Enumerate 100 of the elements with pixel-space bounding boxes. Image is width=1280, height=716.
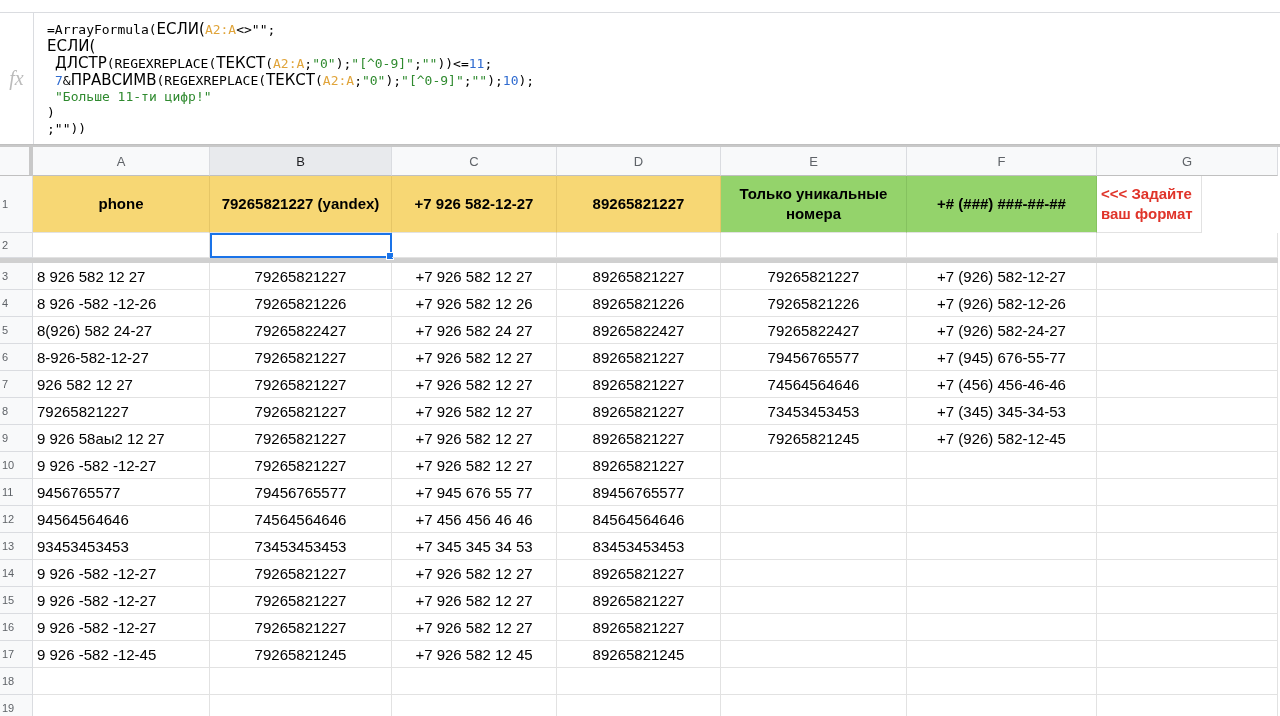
column-header[interactable]: B	[210, 147, 392, 176]
table-cell: +7 345 345 34 53	[392, 533, 557, 560]
header-cell: phone	[33, 176, 210, 233]
header-cell: +7 926 582-12-27	[392, 176, 557, 233]
header-cell: 89265821227	[557, 176, 721, 233]
row-number[interactable]: 13	[0, 533, 33, 560]
column-header[interactable]: G	[1097, 147, 1278, 176]
table-cell: 89265821227	[557, 425, 721, 452]
table-cell[interactable]	[210, 233, 392, 258]
table-cell: 8 926 582 12 27	[33, 263, 210, 290]
table-cell: 79265821245	[721, 425, 907, 452]
formula-line: )	[47, 105, 56, 121]
table-cell: 84564564646	[557, 506, 721, 533]
table-cell: +7 456 456 46 46	[392, 506, 557, 533]
header-cell: <<< Задайте ваш формат	[1097, 176, 1202, 233]
column-header[interactable]: D	[557, 147, 721, 176]
table-cell: 79265821227	[721, 263, 907, 290]
table-cell: +7 926 582 12 27	[392, 425, 557, 452]
table-cell: 83453453453	[557, 533, 721, 560]
table-cell: 8 926 -582 -12-26	[33, 290, 210, 317]
row-number[interactable]: 14	[0, 560, 33, 587]
row-number[interactable]: 19	[0, 695, 33, 716]
row-number[interactable]: 17	[0, 641, 33, 668]
table-cell: 9 926 -582 -12-45	[33, 641, 210, 668]
table-cell: 89265821226	[557, 290, 721, 317]
row-number[interactable]: 1	[0, 176, 33, 233]
row-number[interactable]: 10	[0, 452, 33, 479]
table-cell: +7 926 582 12 27	[392, 587, 557, 614]
table-cell: 79265821227	[210, 560, 392, 587]
table-cell: 9 926 -582 -12-27	[33, 587, 210, 614]
function-icon: fx	[9, 67, 24, 90]
formula-line: ДЛСТР(REGEXREPLACE(ТЕКСТ(A2:A;"0");"[^0-9]";""))<=11;	[54, 55, 494, 72]
formula-line: ЕСЛИ(	[47, 38, 97, 55]
header-cell: 79265821227 (yandex)	[210, 176, 392, 233]
table-cell: 73453453453	[721, 398, 907, 425]
row-number[interactable]: 5	[0, 317, 33, 344]
select-all-corner[interactable]	[0, 147, 33, 176]
row-number[interactable]: 8	[0, 398, 33, 425]
formula-line: 7&ПРАВСИМВ(REGEXREPLACE(ТЕКСТ(A2:A;"0");"[^0-9]";"");10);	[54, 72, 536, 89]
table-cell: +7 926 582 12 27	[392, 452, 557, 479]
table-cell: +7 945 676 55 77	[392, 479, 557, 506]
table-cell: 9 926 -582 -12-27	[33, 614, 210, 641]
row-number[interactable]: 7	[0, 371, 33, 398]
table-cell: 89265821245	[557, 641, 721, 668]
table-cell: +7 (945) 676-55-77	[907, 344, 1097, 371]
table-cell: 79265821227	[210, 371, 392, 398]
table-cell: 79265822427	[210, 317, 392, 344]
table-cell: 9456765577	[33, 479, 210, 506]
table-cell: 8-926-582-12-27	[33, 344, 210, 371]
table-cell: +7 (926) 582-12-26	[907, 290, 1097, 317]
table-cell: 9 926 -582 -12-27	[33, 560, 210, 587]
table-cell: +7 926 582 12 27	[392, 371, 557, 398]
table-cell: 89265821227	[557, 452, 721, 479]
table-cell: 79265821227	[210, 452, 392, 479]
row-number[interactable]: 11	[0, 479, 33, 506]
table-cell: 79265821227	[210, 263, 392, 290]
header-cell: +# (###) ###-##-##	[907, 176, 1097, 233]
formula-line: "Больше 11-ти цифр!"	[54, 89, 213, 105]
table-cell: 89265821227	[557, 344, 721, 371]
table-cell: +7 926 582 12 45	[392, 641, 557, 668]
table-cell: 79265821227	[210, 398, 392, 425]
table-cell: +7 (345) 345-34-53	[907, 398, 1097, 425]
table-cell: 79456765577	[210, 479, 392, 506]
table-cell: 79265821227	[210, 614, 392, 641]
table-cell: 9 926 -582 -12-27	[33, 452, 210, 479]
table-cell: 89265821227	[557, 560, 721, 587]
row-number[interactable]: 6	[0, 344, 33, 371]
row-number[interactable]: 15	[0, 587, 33, 614]
table-cell: +7 926 582 12 27	[392, 560, 557, 587]
table-cell: +7 (926) 582-12-45	[907, 425, 1097, 452]
table-cell: 89265822427	[557, 317, 721, 344]
table-cell: 74564564646	[721, 371, 907, 398]
row-number[interactable]: 2	[0, 233, 33, 258]
table-cell: 79265821226	[721, 290, 907, 317]
table-cell: 93453453453	[33, 533, 210, 560]
table-cell: +7 926 582 12 27	[392, 263, 557, 290]
table-cell: 79265821227	[210, 587, 392, 614]
column-header[interactable]: F	[907, 147, 1097, 176]
column-header[interactable]: C	[392, 147, 557, 176]
table-cell: 73453453453	[210, 533, 392, 560]
fill-handle[interactable]	[386, 252, 394, 260]
header-cell: Только уникальные номера	[721, 176, 907, 233]
formula-input[interactable]: =ArrayFormula(ЕСЛИ(A2:A<>""; ЕСЛИ( ДЛСТР(REGEXREPLACE(ТЕКСТ(A2:A;"0");"[^0-9]";""))<=11; 7&ПРАВСИМВ(REGEXREPLACE(ТЕКСТ(A2:A;"0");"[^0-9]";"");10); "Больше 11-ти цифр!" ) ;""))	[34, 13, 1280, 144]
column-header[interactable]: A	[33, 147, 210, 176]
row-number[interactable]: 3	[0, 263, 33, 290]
row-number[interactable]: 4	[0, 290, 33, 317]
table-cell: +7 (926) 582-24-27	[907, 317, 1097, 344]
row-number[interactable]: 12	[0, 506, 33, 533]
row-number[interactable]: 16	[0, 614, 33, 641]
row-number[interactable]: 9	[0, 425, 33, 452]
table-cell: 89265821227	[557, 587, 721, 614]
table-cell: 89265821227	[557, 263, 721, 290]
table-cell: 74564564646	[210, 506, 392, 533]
formula-line: =ArrayFormula(ЕСЛИ(A2:A<>"";	[47, 21, 277, 38]
table-cell: 89456765577	[557, 479, 721, 506]
row-number[interactable]: 18	[0, 668, 33, 695]
table-cell: 89265821227	[557, 371, 721, 398]
table-cell: 926 582 12 27	[33, 371, 210, 398]
column-header[interactable]: E	[721, 147, 907, 176]
formula-line: ;""))	[47, 121, 88, 137]
